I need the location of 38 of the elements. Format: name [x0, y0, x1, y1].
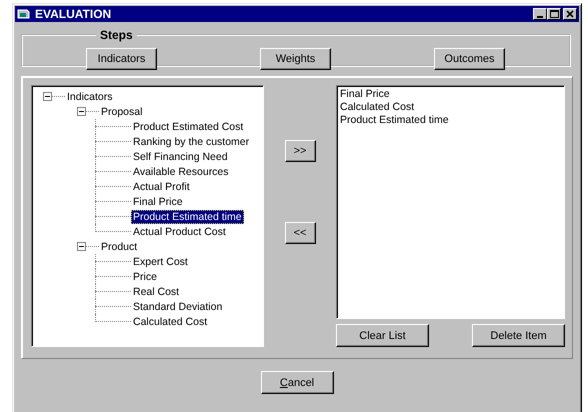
add-button[interactable]: >> [284, 140, 316, 162]
collapse-icon[interactable] [43, 92, 52, 101]
tree-item[interactable]: Actual Product Cost [131, 224, 228, 238]
tree-item[interactable]: Final Price [131, 194, 185, 208]
list-action-button[interactable]: Delete Item [472, 324, 565, 347]
tree-item[interactable]: Product [99, 240, 140, 254]
tree-item[interactable]: Expert Cost [131, 254, 190, 268]
cancel-button[interactable]: Cancel [260, 371, 334, 394]
minimize-button[interactable] [533, 8, 547, 20]
list-item[interactable]: Calculated Cost [340, 101, 561, 114]
step-button[interactable]: Weights [260, 48, 331, 70]
tree-item[interactable]: Product Estimated time [131, 210, 244, 224]
step-button[interactable]: Indicators [86, 48, 157, 70]
tree-item[interactable]: Indicators [65, 90, 115, 104]
tree-item[interactable]: Ranking by the customer [131, 134, 252, 148]
list-action-button[interactable]: Clear List [336, 324, 429, 347]
tree-item[interactable]: Real Cost [131, 284, 182, 298]
tree-item[interactable]: Self Financing Need [131, 150, 230, 164]
app-icon [17, 8, 31, 20]
list-item[interactable]: Product Estimated time [340, 114, 561, 127]
tree-item[interactable]: Actual Profit [131, 180, 192, 194]
close-button[interactable] [563, 8, 577, 20]
group-label: Steps [99, 28, 134, 42]
tree-item[interactable]: Price [131, 270, 159, 284]
tree-item[interactable]: Product Estimated Cost [131, 120, 246, 134]
window-title: EVALUATION [35, 7, 112, 21]
tree-item[interactable]: Calculated Cost [131, 314, 210, 328]
step-button[interactable]: Outcomes [434, 48, 505, 70]
remove-button[interactable]: << [284, 222, 316, 244]
collapse-icon[interactable] [77, 242, 86, 251]
tree-item[interactable]: Available Resources [131, 164, 231, 178]
list-item[interactable]: Final Price [340, 88, 561, 101]
maximize-button[interactable] [547, 8, 561, 20]
collapse-icon[interactable] [77, 107, 86, 116]
tree-item[interactable]: Standard Deviation [131, 300, 224, 314]
maximize-icon [550, 10, 558, 18]
tree-item[interactable]: Proposal [99, 104, 144, 118]
close-icon [566, 10, 574, 18]
